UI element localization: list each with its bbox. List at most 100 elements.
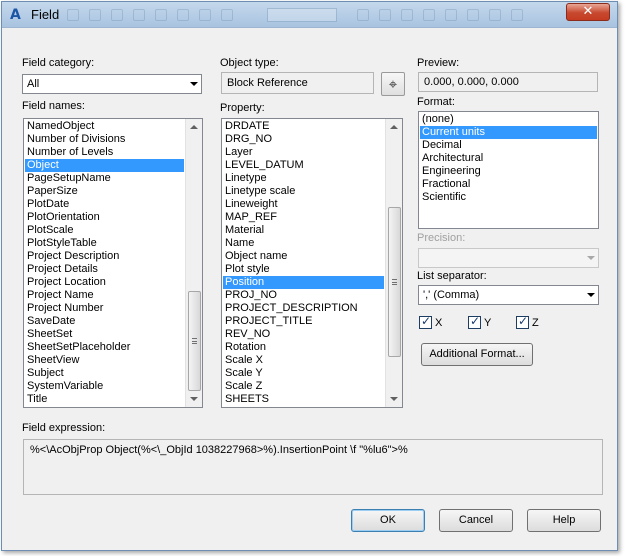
format-item[interactable]: Engineering <box>420 165 597 178</box>
field-name-item[interactable]: Object <box>25 159 184 172</box>
format-list[interactable]: (none) Current units Decimal Architectural E… <box>418 111 599 229</box>
field-names-scrollbar[interactable] <box>185 119 202 407</box>
scroll-down-icon[interactable] <box>390 397 398 401</box>
field-name-item[interactable]: Number of Levels <box>25 146 184 159</box>
property-item[interactable]: SHEETS <box>223 393 384 406</box>
property-item[interactable]: LEVEL_DATUM <box>223 159 384 172</box>
field-name-item[interactable]: Project Details <box>25 263 184 276</box>
select-object-button[interactable]: ⌖ <box>381 72 405 96</box>
background-toolbar-ghost <box>67 8 547 22</box>
field-name-item[interactable]: Subject <box>25 367 184 380</box>
format-item[interactable]: Decimal <box>420 139 597 152</box>
z-checkbox[interactable]: ✓ <box>516 314 529 329</box>
field-name-item[interactable]: PageSetupName <box>25 172 184 185</box>
field-name-item[interactable]: PlotScale <box>25 224 184 237</box>
field-expression-value: %<\AcObjProp Object(%<\_ObjId 1038227968… <box>30 444 408 456</box>
field-name-item[interactable]: Project Description <box>25 250 184 263</box>
help-button[interactable]: Help <box>527 509 601 532</box>
close-icon: ✕ <box>582 4 594 19</box>
field-category-dropdown[interactable]: All <box>22 74 202 94</box>
scroll-down-icon[interactable] <box>190 397 198 401</box>
autocad-icon: A <box>10 7 21 23</box>
property-item[interactable]: Material <box>223 224 384 237</box>
property-item[interactable]: DRDATE <box>223 120 384 133</box>
format-item[interactable]: (none) <box>420 113 597 126</box>
title-bar[interactable]: A Field ✕ <box>2 2 617 28</box>
chevron-down-icon <box>587 293 595 297</box>
grip-icon <box>392 279 397 285</box>
format-item[interactable]: Current units <box>420 126 597 139</box>
field-name-item[interactable]: PlotOrientation <box>25 211 184 224</box>
field-name-item[interactable]: Number of Divisions <box>25 133 184 146</box>
property-item[interactable]: Linetype <box>223 172 384 185</box>
property-item[interactable]: MAP_REF <box>223 211 384 224</box>
chevron-down-icon <box>190 82 198 86</box>
list-separator-dropdown[interactable]: ',' (Comma) <box>418 285 599 305</box>
field-category-label: Field category: <box>22 57 95 69</box>
format-items: (none) Current units Decimal Architectural E… <box>420 113 597 204</box>
property-list[interactable]: DRDATE DRG_NO Layer LEVEL_DATUM Linetype Line… <box>221 118 403 408</box>
field-name-item[interactable]: SheetView <box>25 354 184 367</box>
field-name-item[interactable]: Project Name <box>25 289 184 302</box>
ghost-toolbar-icon <box>67 9 79 21</box>
field-dialog: A Field ✕ Field category: All Field name… <box>1 1 618 551</box>
property-item[interactable]: Object name <box>223 250 384 263</box>
property-item[interactable]: Scale X <box>223 354 384 367</box>
field-name-item[interactable]: SaveDate <box>25 315 184 328</box>
field-name-item[interactable]: PlotStyleTable <box>25 237 184 250</box>
object-type-value: Block Reference <box>227 77 308 89</box>
field-name-item[interactable]: NamedObject <box>25 120 184 133</box>
property-item[interactable]: Lineweight <box>223 198 384 211</box>
field-name-item[interactable]: Project Number <box>25 302 184 315</box>
format-item[interactable]: Fractional <box>420 178 597 191</box>
property-item[interactable]: Rotation <box>223 341 384 354</box>
scroll-up-icon[interactable] <box>390 125 398 129</box>
property-item[interactable]: Plot style <box>223 263 384 276</box>
property-item[interactable]: Linetype scale <box>223 185 384 198</box>
field-name-item[interactable]: SystemVariable <box>25 380 184 393</box>
field-name-item[interactable]: Title <box>25 393 184 406</box>
property-item[interactable]: Scale Y <box>223 367 384 380</box>
format-item[interactable]: Architectural <box>420 152 597 165</box>
property-item[interactable]: Layer <box>223 146 384 159</box>
format-label: Format: <box>417 96 455 108</box>
property-label: Property: <box>220 102 265 114</box>
property-item[interactable]: PROJECT_TITLE <box>223 315 384 328</box>
list-separator-label: List separator: <box>417 270 487 282</box>
property-item[interactable]: PROJ_NO <box>223 289 384 302</box>
field-names-list[interactable]: NamedObject Number of Divisions Number of … <box>23 118 203 408</box>
object-type-field: Block Reference <box>221 72 374 94</box>
ghost-toolbar-icon <box>221 9 233 21</box>
y-checkbox[interactable]: ✓ <box>468 314 481 329</box>
scroll-thumb[interactable] <box>188 291 201 391</box>
property-item[interactable]: REV_NO <box>223 328 384 341</box>
ok-button[interactable]: OK <box>351 509 425 532</box>
preview-field: 0.000, 0.000, 0.000 <box>418 72 598 92</box>
cancel-button[interactable]: Cancel <box>439 509 513 532</box>
format-item[interactable]: Scientific <box>420 191 597 204</box>
field-name-item[interactable]: Project Location <box>25 276 184 289</box>
pick-object-icon: ⌖ <box>388 75 398 93</box>
scroll-thumb[interactable] <box>388 207 401 357</box>
field-expression-field[interactable]: %<\AcObjProp Object(%<\_ObjId 1038227968… <box>23 439 603 495</box>
scroll-up-icon[interactable] <box>190 125 198 129</box>
additional-format-button[interactable]: Additional Format... <box>421 343 533 366</box>
property-item[interactable]: DRG_NO <box>223 133 384 146</box>
x-checkbox[interactable]: ✓ <box>419 314 432 329</box>
precision-dropdown[interactable] <box>418 248 599 268</box>
property-scrollbar[interactable] <box>385 119 402 407</box>
property-item[interactable]: Scale Z <box>223 380 384 393</box>
field-name-item[interactable]: PlotDate <box>25 198 184 211</box>
ghost-toolbar-combo <box>267 8 337 22</box>
close-button[interactable]: ✕ <box>566 3 610 21</box>
ghost-toolbar-icon <box>133 9 145 21</box>
property-item[interactable]: Name <box>223 237 384 250</box>
property-item[interactable]: Position <box>223 276 384 289</box>
field-name-item[interactable]: SheetSetPlaceholder <box>25 341 184 354</box>
property-item[interactable]: PROJECT_DESCRIPTION <box>223 302 384 315</box>
field-name-item[interactable]: PaperSize <box>25 185 184 198</box>
chevron-down-icon <box>587 256 595 260</box>
field-name-item[interactable]: SheetSet <box>25 328 184 341</box>
ghost-toolbar-icon <box>111 9 123 21</box>
check-icon: ✓ <box>517 314 529 328</box>
